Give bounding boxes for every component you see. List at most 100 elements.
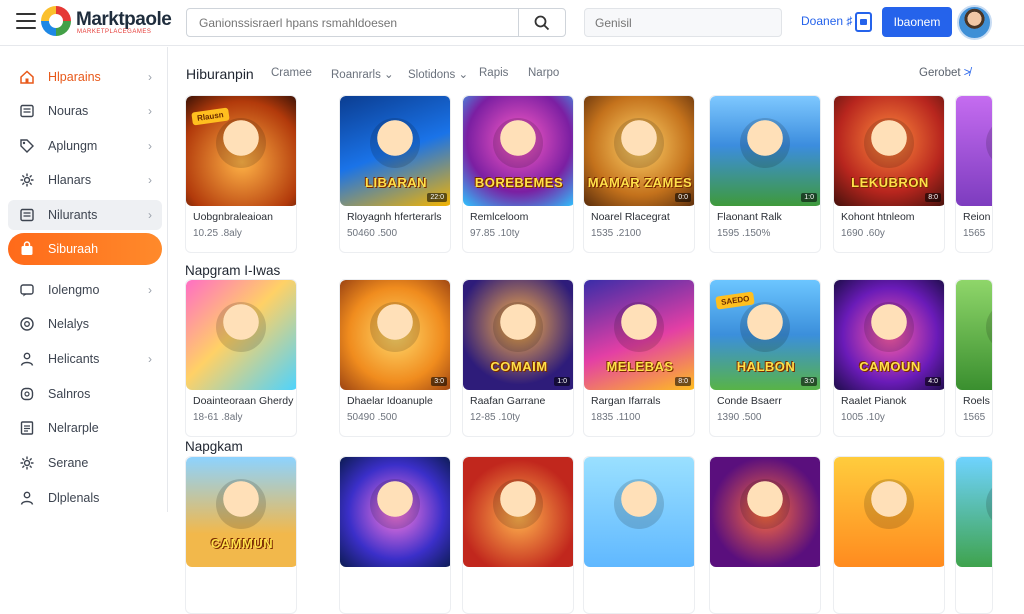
character-illustration bbox=[493, 118, 543, 168]
game-card[interactable]: Rlausn Uobgnbraleaioan 10.25 .8aly bbox=[185, 95, 297, 253]
game-card[interactable]: CAMOUN 4:0 Raalet Pianok 1005 .10y bbox=[833, 279, 945, 437]
game-title[interactable]: Rloyagnh hferterarls bbox=[347, 211, 442, 223]
game-card[interactable]: DUI Reion 1565 bbox=[955, 95, 993, 253]
game-card[interactable]: MAMAR ZAMES 0:0 Noarel Rlacegrat 1535 .2100 bbox=[583, 95, 695, 253]
game-card[interactable]: LEKUBRON 8:0 Kohont htnleom 1690 .60y bbox=[833, 95, 945, 253]
game-title[interactable]: Dhaelar Idoanuple bbox=[347, 395, 433, 407]
game-thumbnail[interactable]: Rlausn bbox=[186, 96, 296, 206]
game-thumbnail[interactable]: 1:0 bbox=[710, 96, 820, 206]
game-thumbnail[interactable]: CAMMUN bbox=[186, 457, 296, 567]
game-title[interactable]: Raafan Garrane bbox=[470, 395, 545, 407]
game-thumbnail[interactable]: MAMAR ZAMES 0:0 bbox=[584, 96, 694, 206]
section-title: Napgram I-Iwas bbox=[185, 263, 281, 278]
sidebar-item[interactable]: Siburaah bbox=[8, 233, 162, 265]
sidebar-item[interactable]: Nilurants › bbox=[8, 200, 162, 230]
sidebar-item[interactable]: Dlplenals bbox=[8, 483, 162, 513]
see-more-link[interactable]: Gerobet ≯ bbox=[919, 67, 970, 79]
game-thumbnail[interactable] bbox=[584, 457, 694, 567]
game-title[interactable]: Kohont htnleom bbox=[841, 211, 915, 223]
game-title[interactable]: Noarel Rlacegrat bbox=[591, 211, 670, 223]
duration-badge: 8:0 bbox=[675, 377, 691, 386]
game-card[interactable]: SAEDO HALBON 3:0 Conde Bsaerr 1390 .500 bbox=[709, 279, 821, 437]
sidebar-item[interactable]: Hlparains › bbox=[8, 62, 162, 92]
game-thumbnail[interactable]: BOREBEMES bbox=[463, 96, 573, 206]
game-card[interactable]: Doainteoraan Gherdy 18-61 .8aly bbox=[185, 279, 297, 437]
sidebar-item[interactable]: Iolengmo › bbox=[8, 275, 162, 305]
filter-item[interactable]: Rapis bbox=[479, 67, 508, 79]
signin-button[interactable]: Ibaonem bbox=[882, 7, 952, 37]
game-card[interactable]: 3:0 Dhaelar Idoanuple 50490 .500 bbox=[339, 279, 451, 437]
sidebar-item[interactable]: Nelalys bbox=[8, 309, 162, 339]
sidebar-item[interactable]: Nelrarple bbox=[8, 413, 162, 443]
game-thumbnail[interactable]: MELEBAS 8:0 bbox=[584, 280, 694, 390]
sidebar-item[interactable]: Helicants › bbox=[8, 344, 162, 374]
game-thumbnail[interactable]: SAEDO HALBON 3:0 bbox=[710, 280, 820, 390]
search-button[interactable] bbox=[518, 9, 565, 36]
gear-icon bbox=[19, 172, 35, 188]
game-card[interactable]: 1:0 Flaonant Ralk 1595 .150% bbox=[709, 95, 821, 253]
game-title[interactable]: Roels bbox=[963, 395, 990, 407]
game-title[interactable]: Remlceloom bbox=[470, 211, 528, 223]
game-card[interactable] bbox=[462, 456, 574, 614]
game-card[interactable]: MELEBAS 8:0 Rargan Ifarrals 1835 .1100 bbox=[583, 279, 695, 437]
game-card[interactable]: BOREBEMES Remlceloom 97.85 .10ty bbox=[462, 95, 574, 253]
game-thumbnail[interactable]: DUI bbox=[956, 96, 992, 206]
logo-icon[interactable] bbox=[41, 6, 71, 36]
duration-badge: 1:0 bbox=[801, 193, 817, 202]
game-card[interactable] bbox=[955, 456, 993, 614]
sidebar-item[interactable]: Hlanars › bbox=[8, 165, 162, 195]
game-thumbnail[interactable] bbox=[186, 280, 296, 390]
game-thumbnail[interactable]: LIBARAN 22:0 bbox=[340, 96, 450, 206]
game-thumbnail[interactable] bbox=[956, 457, 992, 567]
game-title[interactable]: Raalet Pianok bbox=[841, 395, 906, 407]
game-card[interactable] bbox=[583, 456, 695, 614]
game-title[interactable]: Conde Bsaerr bbox=[717, 395, 782, 407]
game-title[interactable]: Flaonant Ralk bbox=[717, 211, 782, 223]
avatar[interactable] bbox=[957, 5, 992, 40]
language-selector[interactable]: Doanen ♯ bbox=[801, 14, 852, 28]
sidebar-item[interactable]: Nouras › bbox=[8, 96, 162, 126]
top-header: Marktpaole MARKETPLACEGAMES Doanen ♯ Iba… bbox=[0, 0, 1024, 46]
sidebar-item[interactable]: Aplungm › bbox=[8, 131, 162, 161]
game-thumbnail[interactable]: COMAIM 1:0 bbox=[463, 280, 573, 390]
thumbnail-title: LIBARAN bbox=[365, 175, 427, 190]
game-card[interactable] bbox=[339, 456, 451, 614]
filter-dropdown[interactable]: Roanrarls ⌄ bbox=[331, 67, 394, 81]
game-card[interactable] bbox=[833, 456, 945, 614]
logo-text[interactable]: Marktpaole bbox=[76, 9, 172, 31]
filter-item[interactable]: Narpo bbox=[528, 67, 559, 79]
filter-item[interactable]: Cramee bbox=[271, 67, 312, 79]
filter-dropdown[interactable]: Slotidons ⌄ bbox=[408, 67, 468, 81]
character-illustration bbox=[493, 302, 543, 352]
game-thumbnail[interactable]: LEKUBRON 8:0 bbox=[834, 96, 944, 206]
game-title[interactable]: Reion bbox=[963, 211, 990, 223]
game-thumbnail[interactable] bbox=[956, 280, 992, 390]
sidebar-item[interactable]: Salnros bbox=[8, 379, 162, 409]
character-illustration bbox=[986, 479, 992, 529]
game-thumbnail[interactable] bbox=[463, 457, 573, 567]
game-card[interactable]: COMAIM 1:0 Raafan Garrane 12-85 .10ty bbox=[462, 279, 574, 437]
game-title[interactable]: Uobgnbraleaioan bbox=[193, 211, 273, 223]
game-thumbnail[interactable] bbox=[340, 457, 450, 567]
person-icon bbox=[19, 490, 35, 506]
game-thumbnail[interactable]: CAMOUN 4:0 bbox=[834, 280, 944, 390]
secondary-search-input[interactable] bbox=[584, 8, 782, 37]
chevron-right-icon: › bbox=[148, 283, 152, 297]
duration-badge: 1:0 bbox=[554, 377, 570, 386]
character-illustration bbox=[614, 479, 664, 529]
game-card[interactable]: Roels 1565 bbox=[955, 279, 993, 437]
character-illustration bbox=[986, 302, 992, 352]
game-card[interactable]: CAMMUN bbox=[185, 456, 297, 614]
game-thumbnail[interactable]: 3:0 bbox=[340, 280, 450, 390]
hamburger-menu-icon[interactable] bbox=[16, 13, 36, 31]
game-title[interactable]: Doainteoraan Gherdy bbox=[193, 395, 293, 407]
game-thumbnail[interactable] bbox=[710, 457, 820, 567]
game-thumbnail[interactable] bbox=[834, 457, 944, 567]
cart-icon[interactable] bbox=[855, 12, 872, 32]
game-card[interactable]: LIBARAN 22:0 Rloyagnh hferterarls 50460 .50… bbox=[339, 95, 451, 253]
search-input[interactable] bbox=[187, 9, 519, 36]
game-title[interactable]: Rargan Ifarrals bbox=[591, 395, 660, 407]
game-card[interactable] bbox=[709, 456, 821, 614]
sidebar-item[interactable]: Serane bbox=[8, 448, 162, 478]
game-meta: 1595 .150% bbox=[717, 228, 771, 239]
